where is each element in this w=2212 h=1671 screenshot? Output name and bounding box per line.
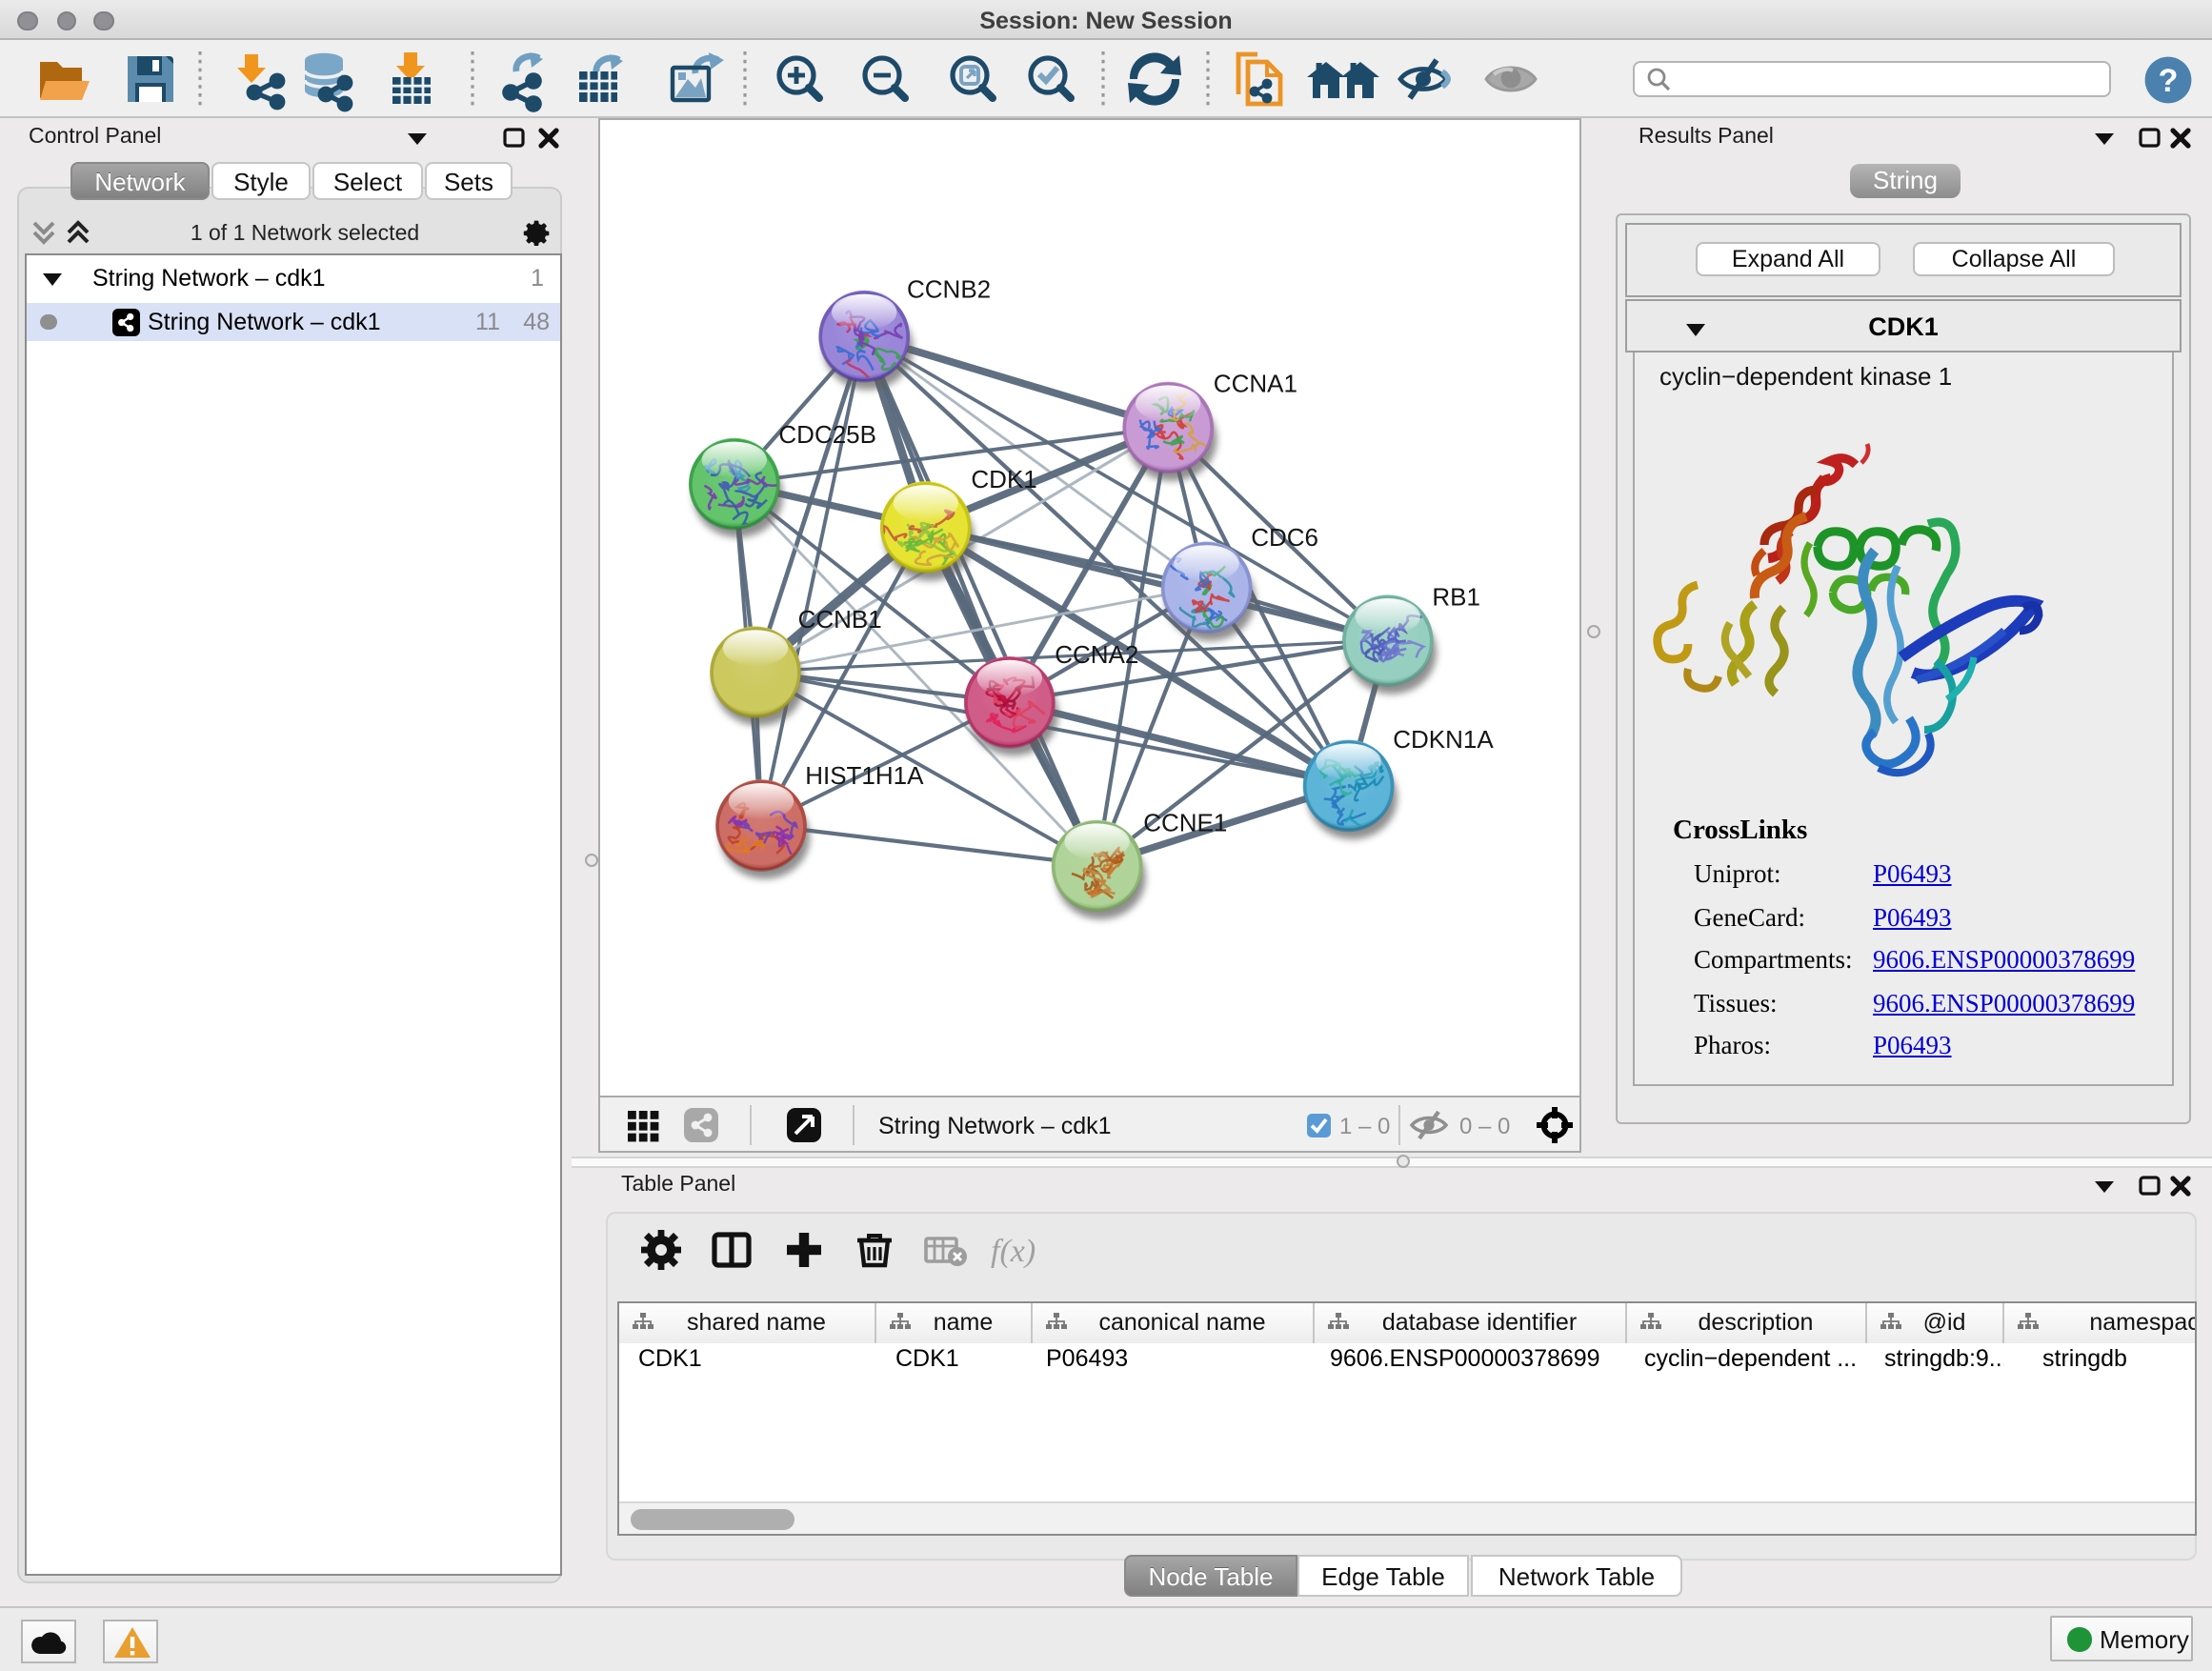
svg-text:CDK1: CDK1 <box>971 465 1036 493</box>
svg-text:HIST1H1A: HIST1H1A <box>805 761 924 790</box>
svg-text:String Network – cdk1: String Network – cdk1 <box>878 1113 1112 1139</box>
svg-text:0 – 0: 0 – 0 <box>1459 1114 1510 1139</box>
svg-text:CDC25B: CDC25B <box>778 420 876 449</box>
svg-text:CCNA1: CCNA1 <box>1214 369 1297 397</box>
svg-text:?: ? <box>2159 62 2179 98</box>
svg-text:f(x): f(x) <box>991 1234 1036 1269</box>
svg-text:1 – 0: 1 – 0 <box>1339 1114 1390 1139</box>
svg-text:CDC6: CDC6 <box>1251 523 1318 552</box>
svg-text:CCNE1: CCNE1 <box>1143 809 1227 837</box>
svg-text:CDKN1A: CDKN1A <box>1393 725 1494 754</box>
svg-text:CCNB2: CCNB2 <box>907 275 991 304</box>
svg-text:CCNB1: CCNB1 <box>798 605 882 634</box>
svg-text:CCNA2: CCNA2 <box>1055 640 1138 669</box>
svg-text:RB1: RB1 <box>1432 583 1480 612</box>
